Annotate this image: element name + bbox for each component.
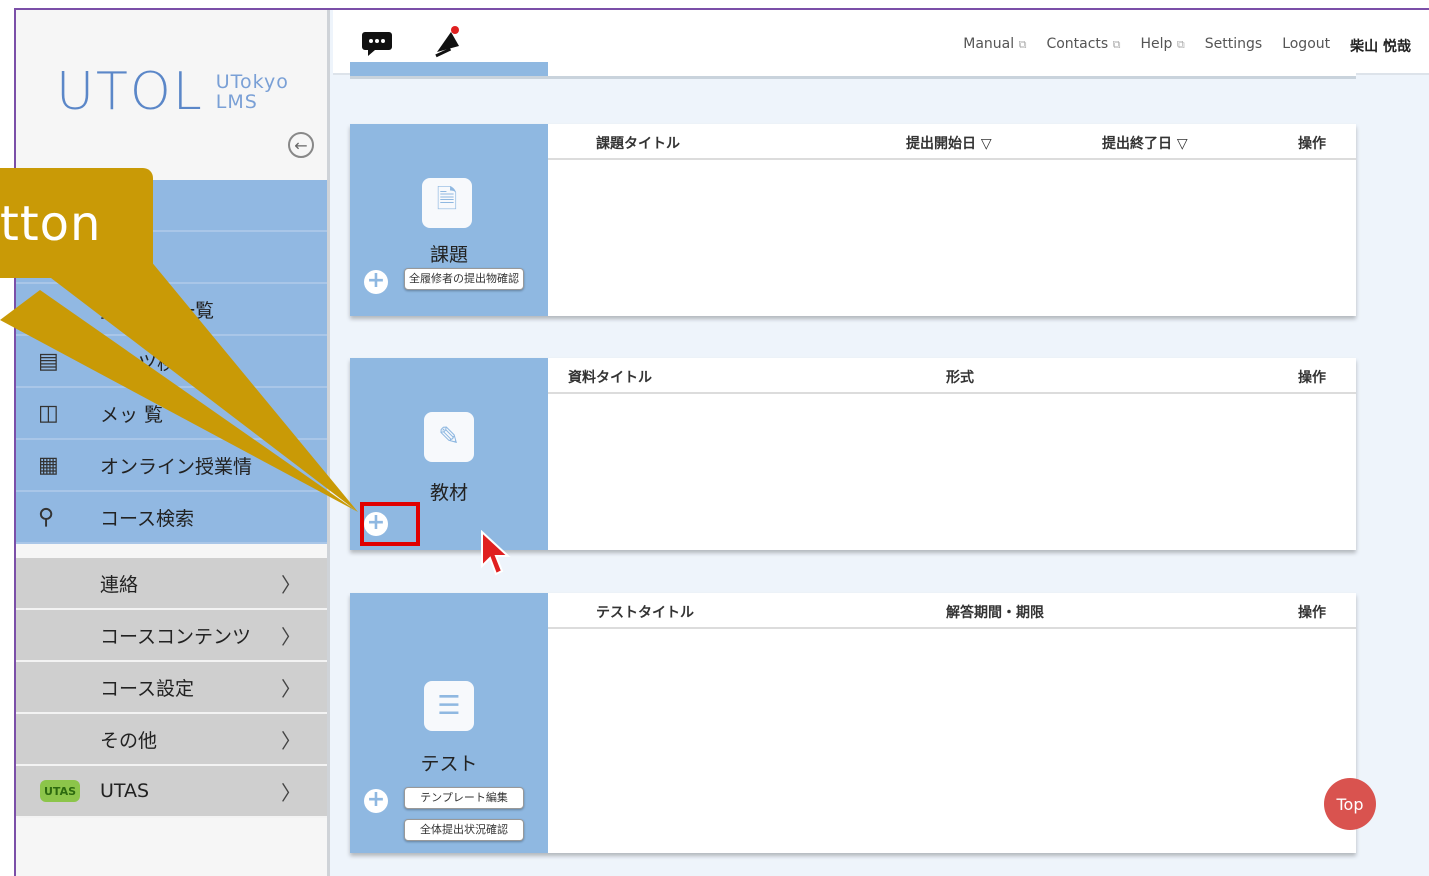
mouse-cursor-icon: [481, 530, 511, 576]
check-all-submissions-button[interactable]: 全履修者の提出物確認: [404, 268, 524, 290]
tests-panel: ☰ テスト + テンプレート編集 全体提出状況確認 テストタイトル 解答期間・期…: [350, 593, 1356, 853]
col-actions: 操作: [1298, 370, 1326, 386]
edit-icon: ✎: [424, 412, 474, 462]
header-links: Manual ⧉ Contacts ⧉ Help ⧉ Settings Logo…: [963, 36, 1411, 56]
col-answer-period[interactable]: 解答期間・期限: [946, 602, 1044, 622]
back-to-top-button[interactable]: Top: [1324, 778, 1376, 830]
contacts-link[interactable]: Contacts ⧉: [1046, 36, 1120, 56]
tests-title: テスト: [420, 753, 478, 775]
assignments-panel: 🗎 課題 + 全履修者の提出物確認 課題タイトル 提出開始日 ▽ 提出終了日 ▽…: [350, 124, 1356, 316]
assignments-table-header: 課題タイトル 提出開始日 ▽ 提出終了日 ▽ 操作: [548, 124, 1356, 160]
add-test-button[interactable]: +: [364, 789, 388, 813]
materials-table: 資料タイトル 形式 操作: [548, 358, 1356, 550]
col-material-title[interactable]: 資料タイトル: [568, 367, 652, 387]
col-format[interactable]: 形式: [946, 367, 974, 387]
chevron-right-icon: 〉: [281, 624, 301, 649]
chevron-right-icon: 〉: [281, 780, 301, 805]
help-link[interactable]: Help ⧉: [1141, 36, 1185, 56]
document-icon: 🗎: [422, 178, 472, 228]
highlight-box: [360, 502, 420, 546]
previous-panel-bottom: [350, 62, 1356, 79]
sidebar-item-course-content[interactable]: コースコンテンツ〉: [16, 610, 327, 662]
col-actions: 操作: [1298, 136, 1326, 152]
logout-link[interactable]: Logout: [1282, 36, 1330, 56]
utas-logo-icon: UTAS: [40, 780, 80, 802]
materials-table-header: 資料タイトル 形式 操作: [548, 358, 1356, 394]
sidebar-item-course-settings[interactable]: コース設定〉: [16, 662, 327, 714]
sidebar-item-contact[interactable]: 連絡〉: [16, 558, 327, 610]
notification-bell-icon[interactable]: [429, 24, 465, 66]
annotation-text: tton: [0, 196, 102, 252]
col-test-title[interactable]: テストタイトル: [596, 602, 694, 622]
sidebar-course-nav: 連絡〉 コースコンテンツ〉 コース設定〉 その他〉 UTAS UTAS 〉: [16, 558, 327, 818]
overall-status-button[interactable]: 全体提出状況確認: [404, 819, 524, 841]
tests-table-header: テストタイトル 解答期間・期限 操作: [548, 593, 1356, 629]
tests-panel-side: ☰ テスト + テンプレート編集 全体提出状況確認: [350, 593, 548, 853]
edit-template-button[interactable]: テンプレート編集: [404, 787, 524, 809]
user-name: 柴山 悦哉: [1350, 39, 1411, 55]
col-assignment-title[interactable]: 課題タイトル: [596, 133, 680, 153]
chevron-right-icon: 〉: [281, 728, 301, 753]
assignments-table: 課題タイトル 提出開始日 ▽ 提出終了日 ▽ 操作: [548, 124, 1356, 316]
manual-link[interactable]: Manual ⧉: [963, 36, 1026, 56]
sidebar-item-utas[interactable]: UTAS UTAS 〉: [16, 766, 327, 818]
col-submit-start[interactable]: 提出開始日 ▽: [906, 133, 992, 153]
chevron-right-icon: 〉: [281, 572, 301, 597]
test-sheet-icon: ☰: [424, 681, 474, 731]
sidebar-item-other[interactable]: その他〉: [16, 714, 327, 766]
settings-link[interactable]: Settings: [1205, 36, 1262, 56]
materials-panel: ✎ 教材 + 資料タイトル 形式 操作: [350, 358, 1356, 550]
tests-table: テストタイトル 解答期間・期限 操作: [548, 593, 1356, 853]
col-submit-end[interactable]: 提出終了日 ▽: [1102, 133, 1188, 153]
col-actions: 操作: [1298, 605, 1326, 621]
chevron-right-icon: 〉: [281, 676, 301, 701]
